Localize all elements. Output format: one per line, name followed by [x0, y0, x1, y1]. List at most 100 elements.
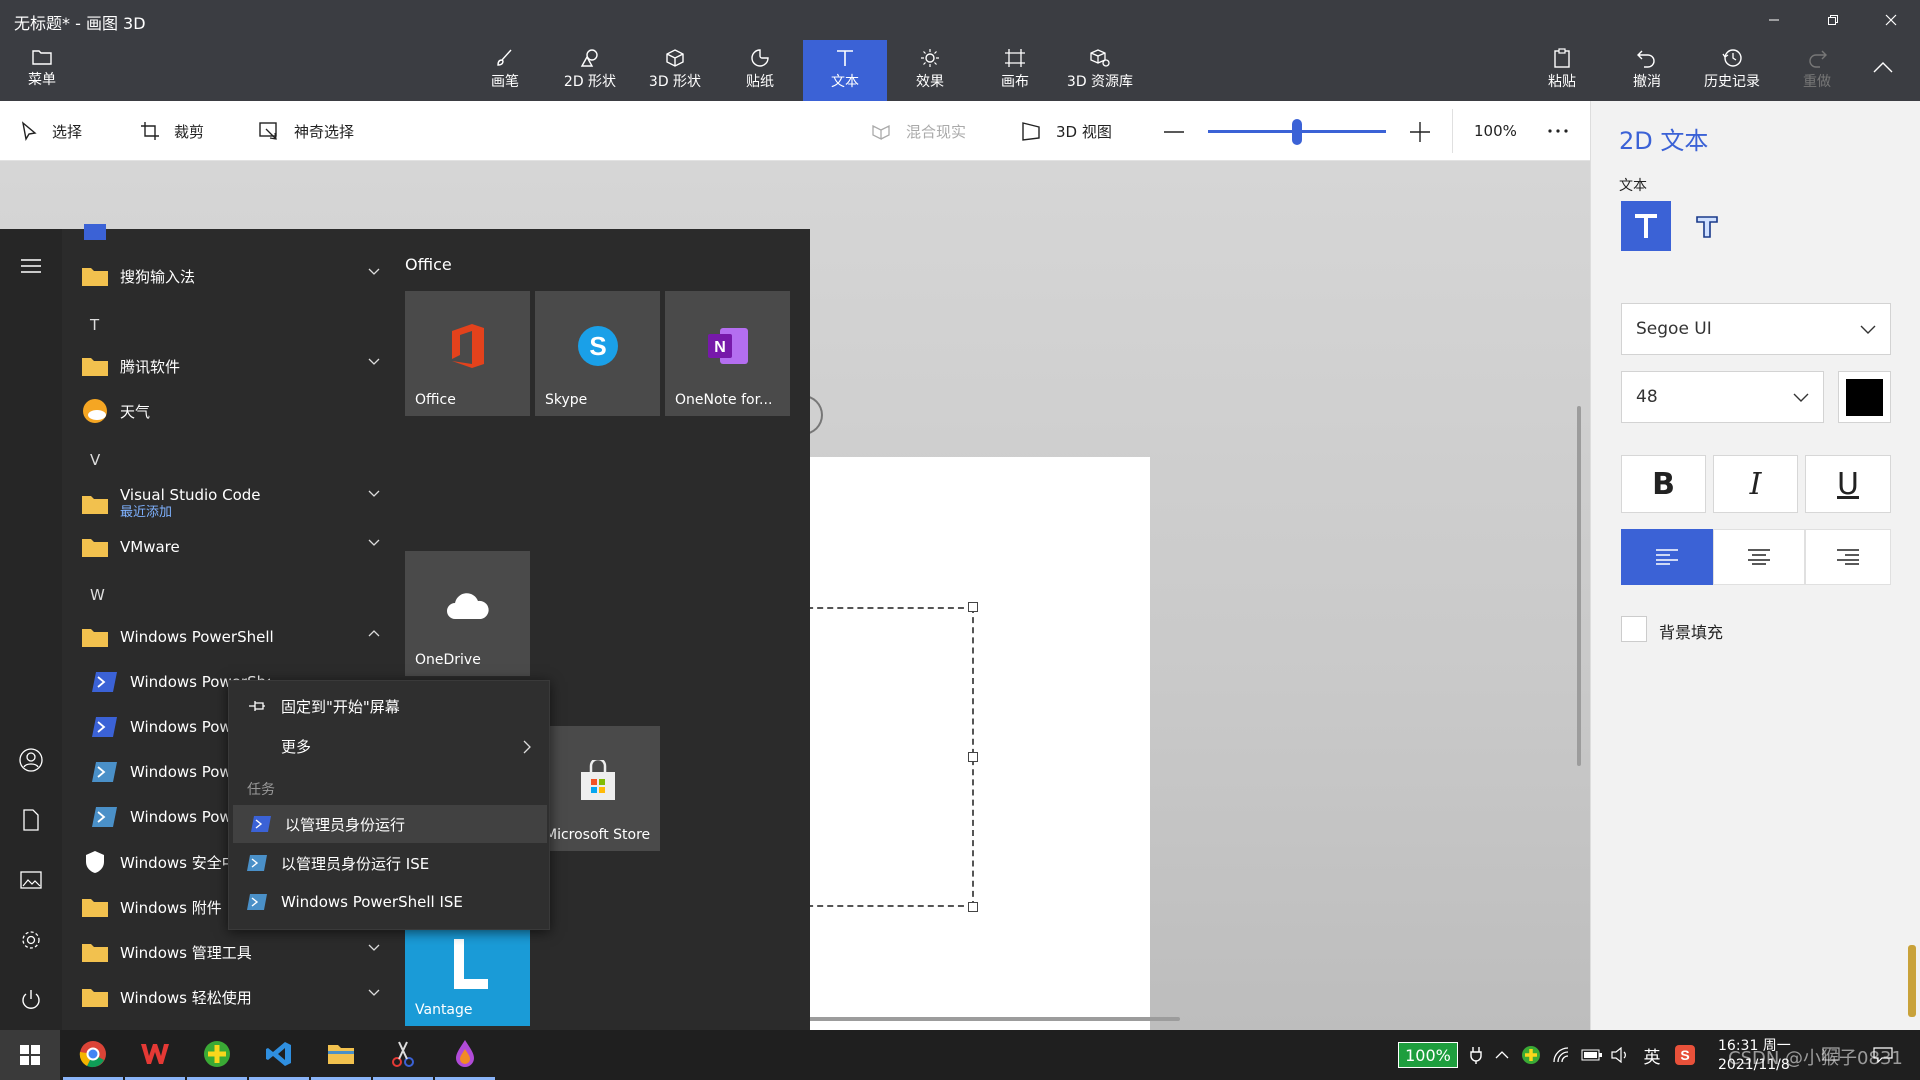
power-button[interactable] [16, 985, 46, 1015]
2d-text-button[interactable] [1621, 201, 1671, 251]
horizontal-scrollbar[interactable] [780, 1017, 1180, 1021]
tile-vantage[interactable]: Vantage [405, 929, 530, 1026]
tool-text[interactable]: 文本 [803, 40, 887, 101]
app-windows-security[interactable]: Windows 安全中 [80, 842, 250, 882]
app-video-editor[interactable] [80, 215, 380, 243]
align-right-button[interactable] [1805, 529, 1891, 585]
app-powershell-folder[interactable]: Windows PowerShell [80, 617, 380, 657]
font-family-dropdown[interactable]: Segoe UI [1621, 303, 1891, 355]
wifi-icon[interactable] [1550, 1030, 1576, 1080]
section-letter-v[interactable]: V [90, 451, 100, 469]
taskbar-wps[interactable] [125, 1030, 185, 1080]
crop-tool[interactable]: 裁剪 [140, 101, 204, 161]
office-icon [451, 324, 484, 368]
tile-group-title[interactable]: Office [405, 255, 452, 274]
align-center-button[interactable] [1713, 529, 1805, 585]
3d-text-button[interactable] [1683, 201, 1733, 251]
more-options-button[interactable] [1548, 101, 1582, 161]
pictures-button[interactable] [16, 865, 46, 895]
app-weather[interactable]: 天气 [80, 391, 380, 431]
mixed-reality-button[interactable]: 混合现实 [870, 101, 966, 161]
tool-stickers[interactable]: 贴纸 [718, 40, 802, 101]
undo-button[interactable]: 撤消 [1605, 40, 1689, 101]
restore-button[interactable] [1804, 0, 1862, 40]
underline-button[interactable]: U [1805, 455, 1891, 513]
menu-button[interactable]: 菜单 [0, 40, 84, 101]
tool-3d-library[interactable]: 3D 资源库 [1058, 40, 1142, 101]
tray-360-icon[interactable] [1518, 1030, 1544, 1080]
taskbar-vscode[interactable] [249, 1030, 309, 1080]
tool-effects[interactable]: 效果 [888, 40, 972, 101]
tile-microsoft-store[interactable]: Microsoft Store [535, 726, 660, 851]
bold-button[interactable]: B [1621, 455, 1706, 513]
minimize-button[interactable] [1745, 0, 1803, 40]
zoom-slider[interactable] [1208, 119, 1386, 145]
sogou-tray-icon[interactable]: S [1670, 1030, 1700, 1080]
account-button[interactable] [16, 745, 46, 775]
section-letter-t[interactable]: T [90, 316, 99, 334]
app-vmware-folder[interactable]: VMware [80, 527, 380, 567]
taskbar-file-explorer[interactable] [311, 1030, 371, 1080]
battery-icon[interactable] [1578, 1030, 1606, 1080]
resize-handle-right[interactable] [968, 752, 978, 762]
taskbar-snipping[interactable] [373, 1030, 433, 1080]
italic-button[interactable]: I [1713, 455, 1798, 513]
menu-item-powershell-ise[interactable]: Windows PowerShell ISE [229, 883, 551, 921]
redo-button[interactable]: 重做 [1775, 40, 1859, 101]
text-box-selection[interactable] [787, 607, 974, 907]
tile-office[interactable]: Office [405, 291, 530, 416]
zoom-slider-thumb[interactable] [1292, 119, 1302, 145]
select-tool[interactable]: 选择 [20, 101, 82, 161]
tool-canvas[interactable]: 画布 [973, 40, 1057, 101]
settings-button[interactable] [16, 925, 46, 955]
expand-button[interactable] [16, 251, 46, 281]
taskbar-paint-3d[interactable] [435, 1030, 495, 1080]
taskbar-360[interactable] [187, 1030, 247, 1080]
tile-skype[interactable]: S Skype [535, 291, 660, 416]
view-3d-button[interactable]: 3D 视图 [1020, 101, 1112, 161]
background-fill-checkbox[interactable] [1621, 616, 1647, 642]
tool-3d-shapes[interactable]: 3D 形状 [633, 40, 717, 101]
app-ease-of-access-folder[interactable]: Windows 轻松使用 [80, 977, 380, 1017]
resize-handle-bottom-right[interactable] [968, 902, 978, 912]
app-label: 腾讯软件 [120, 357, 181, 376]
section-letter-w[interactable]: W [90, 586, 105, 604]
menu-item-pin-to-start[interactable]: 固定到"开始"屏幕 [229, 687, 551, 725]
start-button[interactable] [0, 1030, 60, 1080]
magic-select-tool[interactable]: 神奇选择 [258, 101, 354, 161]
app-tencent-folder[interactable]: 腾讯软件 [80, 346, 380, 386]
toolbar: 选择 裁剪 神奇选择 混合现实 3D 视图 100% [0, 101, 1590, 161]
power-plug-icon[interactable] [1464, 1030, 1488, 1080]
taskbar-chrome[interactable] [63, 1030, 123, 1080]
font-size-dropdown[interactable]: 48 [1621, 371, 1824, 423]
close-button[interactable] [1862, 0, 1920, 40]
tool-2d-shapes[interactable]: 2D 形状 [548, 40, 632, 101]
zoom-in-button[interactable] [1410, 122, 1430, 142]
input-language[interactable]: 英 [1638, 1030, 1666, 1080]
panel-scrollbar[interactable] [1908, 945, 1916, 1017]
app-vscode-folder[interactable]: Visual Studio Code 最近添加 [80, 478, 380, 530]
tray-expand-button[interactable] [1490, 1030, 1514, 1080]
documents-button[interactable] [16, 805, 46, 835]
history-button[interactable]: 历史记录 [1690, 40, 1774, 101]
volume-icon[interactable] [1608, 1030, 1634, 1080]
app-admin-tools-folder[interactable]: Windows 管理工具 [80, 932, 380, 972]
tool-brushes[interactable]: 画笔 [463, 40, 547, 101]
vertical-scrollbar[interactable] [1577, 406, 1581, 766]
text-color-picker[interactable] [1838, 371, 1891, 423]
paste-button[interactable]: 粘贴 [1520, 40, 1604, 101]
app-sogou-folder[interactable]: 搜狗输入法 [80, 256, 380, 296]
tile-onenote[interactable]: N OneNote for... [665, 291, 790, 416]
app-accessories-folder[interactable]: Windows 附件 [80, 887, 250, 927]
tile-onedrive[interactable]: OneDrive [405, 551, 530, 676]
zoom-out-button[interactable] [1164, 130, 1184, 134]
menu-item-more[interactable]: 更多 [229, 727, 551, 765]
zoom-level[interactable]: 100% [1474, 101, 1517, 161]
battery-percentage[interactable]: 100% [1398, 1042, 1458, 1068]
chevron-down-icon [368, 944, 380, 951]
collapse-ribbon-button[interactable] [1872, 60, 1894, 74]
menu-item-run-as-admin-ise[interactable]: 以管理员身份运行 ISE [229, 844, 551, 882]
menu-item-run-as-admin[interactable]: 以管理员身份运行 [233, 805, 547, 843]
align-left-button[interactable] [1621, 529, 1713, 585]
resize-handle-top-right[interactable] [968, 602, 978, 612]
